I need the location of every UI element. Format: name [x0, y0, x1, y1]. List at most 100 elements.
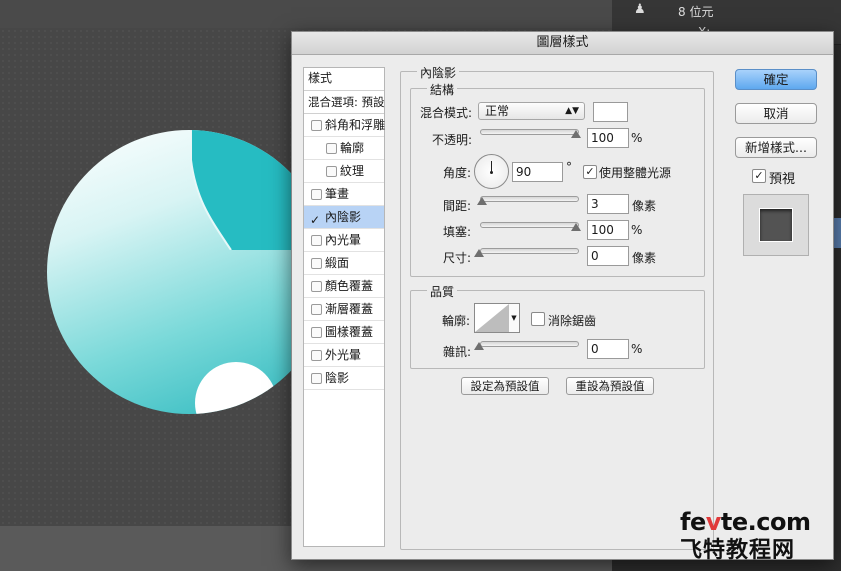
layer-row[interactable]: ♟ 8 位元: [612, 0, 841, 23]
checkbox[interactable]: [311, 281, 322, 292]
size-slider[interactable]: [480, 248, 579, 254]
angle-dial[interactable]: [474, 154, 509, 189]
inner-shadow-title: 內陰影: [417, 64, 460, 81]
checkbox[interactable]: [326, 143, 337, 154]
choke-slider[interactable]: [480, 222, 579, 228]
checkbox[interactable]: [311, 235, 322, 246]
opacity-unit: %: [631, 131, 643, 145]
angle-label: 角度:: [443, 166, 472, 180]
distance-label: 間距:: [443, 199, 472, 213]
contour-label: 輪廓:: [442, 314, 471, 328]
checkbox[interactable]: [311, 120, 322, 131]
artwork-circle: [47, 130, 331, 414]
checkbox[interactable]: [311, 189, 322, 200]
noise-slider[interactable]: [480, 341, 579, 347]
dialog-title: 圖層樣式: [292, 32, 833, 55]
make-default-button[interactable]: 設定為預設值: [461, 377, 549, 395]
blending-options-item[interactable]: 混合選項: 預設: [304, 91, 384, 114]
artwork-center-hole: [195, 362, 277, 414]
style-item-label: 輪廓: [340, 141, 365, 155]
style-item-label: 陰影: [325, 371, 350, 385]
checkbox[interactable]: [311, 350, 322, 361]
style-item-inner-glow[interactable]: 內光暈: [304, 229, 384, 252]
style-item-gradient-overlay[interactable]: 漸層覆蓋: [304, 298, 384, 321]
style-item-label: 斜角和浮雕: [325, 118, 386, 132]
quality-title: 品質: [427, 283, 458, 300]
style-item-label: 內陰影: [325, 210, 362, 224]
check-mark-icon[interactable]: ✓: [310, 209, 320, 227]
choke-slider-thumb[interactable]: [571, 223, 581, 231]
noise-unit: %: [631, 342, 643, 356]
style-item-label: 漸層覆蓋: [325, 302, 374, 316]
layer-style-dialog: 圖層樣式 樣式 混合選項: 預設 斜角和浮雕 輪廓 紋理 筆畫 ✓ 內陰影 內光暈…: [291, 31, 834, 560]
global-light-checkbox[interactable]: ✓: [583, 165, 597, 179]
new-style-button[interactable]: 新增樣式...: [735, 137, 817, 158]
style-list-header[interactable]: 樣式: [304, 68, 384, 91]
style-preview-thumbnail: [743, 194, 809, 256]
contour-dropdown[interactable]: ▼: [509, 303, 520, 333]
chevron-down-icon: ▼: [511, 314, 517, 322]
style-item-pattern-overlay[interactable]: 圖樣覆蓋: [304, 321, 384, 344]
size-label: 尺寸:: [443, 251, 472, 265]
style-item-contour[interactable]: 輪廓: [304, 137, 384, 160]
angle-input[interactable]: 90: [512, 162, 563, 182]
style-item-label: 緞面: [325, 256, 350, 270]
choke-input[interactable]: 100: [587, 220, 629, 240]
checkbox[interactable]: [326, 166, 337, 177]
reset-default-button[interactable]: 重設為預設值: [566, 377, 654, 395]
cancel-button[interactable]: 取消: [735, 103, 817, 124]
watermark-site-name: 飞特教程网: [680, 538, 796, 563]
global-light-label: 使用整體光源: [599, 166, 672, 180]
noise-label: 雜訊:: [443, 345, 472, 359]
style-item-texture[interactable]: 紋理: [304, 160, 384, 183]
noise-input[interactable]: 0: [587, 339, 629, 359]
style-item-label: 內光暈: [325, 233, 362, 247]
choke-label: 填塞:: [443, 225, 472, 239]
style-item-drop-shadow[interactable]: 陰影: [304, 367, 384, 390]
select-arrows-icon: ▲▼: [565, 106, 579, 116]
check-mark-icon: ✓: [754, 169, 764, 182]
layer-visibility-icon[interactable]: ♟: [634, 2, 646, 17]
distance-slider-thumb[interactable]: [477, 197, 487, 205]
distance-input[interactable]: 3: [587, 194, 629, 214]
distance-slider[interactable]: [480, 196, 579, 202]
style-item-color-overlay[interactable]: 顏色覆蓋: [304, 275, 384, 298]
angle-dial-center: [490, 171, 493, 174]
style-item-label: 顏色覆蓋: [325, 279, 374, 293]
checkbox[interactable]: [311, 327, 322, 338]
structure-title: 結構: [427, 81, 458, 98]
blend-mode-label: 混合模式:: [420, 106, 473, 120]
layer-label: 8 位元: [678, 5, 714, 19]
style-list: 樣式 混合選項: 預設 斜角和浮雕 輪廓 紋理 筆畫 ✓ 內陰影 內光暈 緞面 顏…: [303, 67, 385, 547]
noise-slider-thumb[interactable]: [474, 342, 484, 350]
preview-checkbox[interactable]: ✓: [752, 169, 766, 183]
style-preview-swatch: [759, 208, 793, 242]
antialias-checkbox[interactable]: [531, 312, 545, 326]
angle-unit: °: [566, 160, 572, 174]
blend-mode-select[interactable]: 正常 ▲▼: [478, 102, 585, 120]
shadow-color-swatch[interactable]: [593, 102, 628, 122]
distance-unit: 像素: [632, 199, 657, 213]
size-input[interactable]: 0: [587, 246, 629, 266]
contour-linear-icon: [475, 304, 509, 332]
contour-picker[interactable]: [474, 303, 510, 333]
preview-label: 預視: [769, 172, 796, 187]
opacity-slider[interactable]: [480, 129, 579, 135]
ok-button[interactable]: 確定: [735, 69, 817, 90]
size-slider-thumb[interactable]: [474, 249, 484, 257]
size-unit: 像素: [632, 251, 657, 265]
style-item-bevel-emboss[interactable]: 斜角和浮雕: [304, 114, 386, 137]
opacity-slider-thumb[interactable]: [571, 130, 581, 138]
checkbox[interactable]: [311, 304, 322, 315]
antialias-label: 消除鋸齒: [548, 314, 597, 328]
style-item-stroke[interactable]: 筆畫: [304, 183, 384, 206]
style-item-inner-shadow[interactable]: ✓ 內陰影: [304, 206, 384, 229]
checkbox[interactable]: [311, 258, 322, 269]
opacity-input[interactable]: 100: [587, 128, 629, 148]
watermark: fevte.com 飞特教程网: [680, 508, 811, 564]
style-item-label: 紋理: [340, 164, 365, 178]
style-item-label: 筆畫: [325, 187, 350, 201]
style-item-outer-glow[interactable]: 外光暈: [304, 344, 384, 367]
checkbox[interactable]: [311, 373, 322, 384]
style-item-satin[interactable]: 緞面: [304, 252, 384, 275]
